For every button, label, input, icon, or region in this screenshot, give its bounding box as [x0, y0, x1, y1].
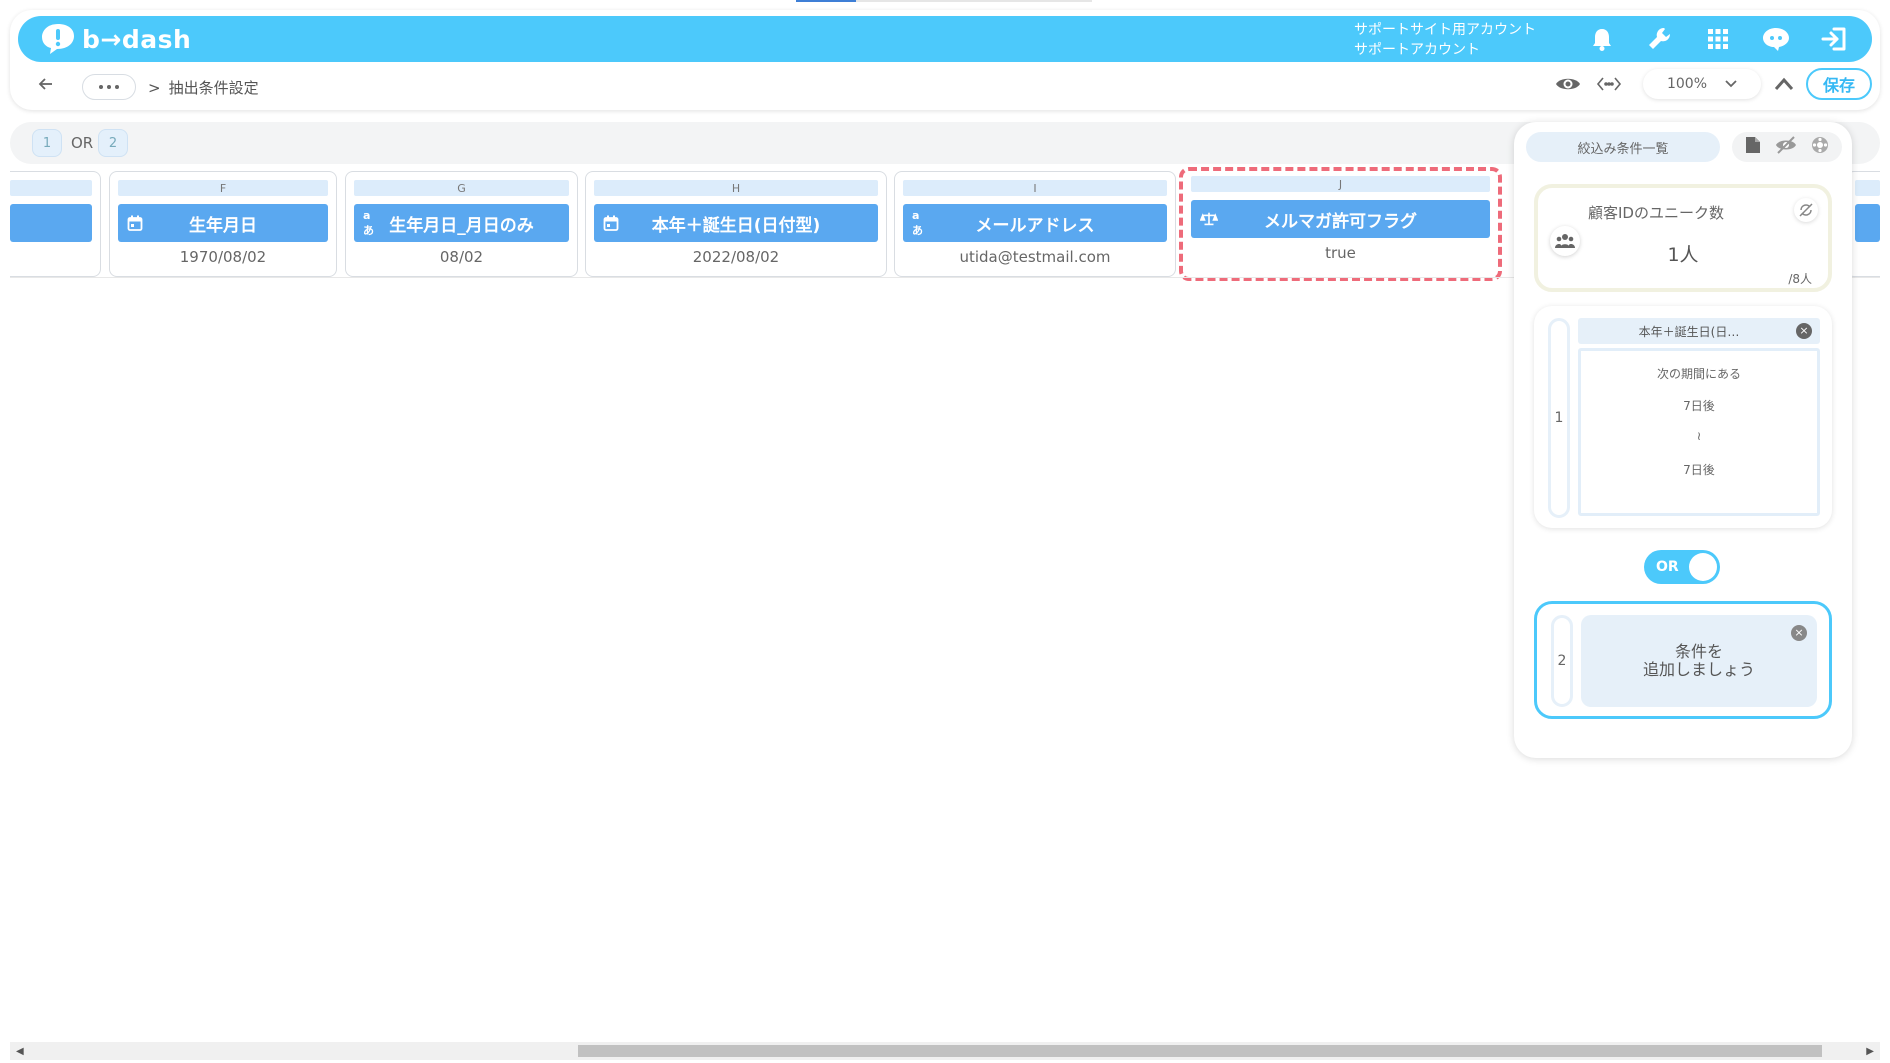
column-letter — [1855, 180, 1880, 196]
scroll-left-arrow-icon[interactable]: ◀ — [16, 1046, 24, 1057]
column-chip[interactable]: メルマガ許可フラグ — [1191, 200, 1490, 238]
column-sample-value: utida@testmail.com — [959, 248, 1111, 266]
or-toggle-label: OR — [1656, 559, 1679, 575]
apps-grid-icon[interactable] — [1689, 16, 1747, 62]
column-chip[interactable] — [1855, 204, 1880, 242]
bell-icon[interactable] — [1573, 16, 1631, 62]
chevron-up-icon[interactable] — [1774, 76, 1794, 95]
column-name: 生年月日 — [189, 215, 257, 236]
column-name: 本年＋誕生日(日付型) — [651, 215, 821, 236]
condition-operator: 次の期間にある — [1656, 367, 1741, 381]
zoom-value: 100% — [1666, 76, 1708, 92]
add-condition-text-1: 条件を — [1674, 642, 1723, 661]
sync-off-icon[interactable] — [1794, 198, 1818, 222]
condition-range-separator: ≀ — [1696, 429, 1702, 443]
column-this-year-birthday[interactable]: H 本年＋誕生日(日付型) 2022/08/02 — [585, 171, 887, 277]
tab-condition-1[interactable]: 1 — [32, 129, 62, 157]
column-letter: J — [1191, 176, 1490, 192]
more-options-button[interactable] — [82, 74, 136, 100]
account-info[interactable]: サポートサイト用アカウント サポートアカウント — [1354, 20, 1536, 60]
scroll-right-arrow-icon[interactable]: ▶ — [1866, 1046, 1874, 1057]
zoom-select[interactable]: 100% — [1643, 69, 1761, 99]
back-arrow-icon[interactable] — [38, 76, 54, 96]
horizontal-scrollbar[interactable]: ◀ ▶ — [10, 1042, 1880, 1060]
close-icon[interactable]: × — [1796, 323, 1812, 339]
column-name: メルマガ許可フラグ — [1264, 211, 1417, 232]
wrench-icon[interactable] — [1631, 16, 1689, 62]
breadcrumb: > 抽出条件設定 — [148, 77, 259, 98]
group-number[interactable]: 2 — [1551, 615, 1573, 707]
settings-circle-icon[interactable] — [1811, 136, 1829, 158]
toggle-knob — [1689, 553, 1717, 581]
visibility-off-icon[interactable] — [1775, 136, 1797, 158]
condition-title[interactable]: 本年＋誕生日(日… × — [1578, 318, 1820, 344]
code-icon[interactable] — [1596, 75, 1622, 97]
panel-tools — [1732, 132, 1842, 162]
column-name: メールアドレス — [975, 215, 1095, 236]
count-total: /8人 — [1788, 272, 1812, 286]
logo-text: b→dash — [82, 24, 192, 54]
column-birth-monthday[interactable]: G aあ 生年月日_月日のみ 08/02 — [345, 171, 578, 277]
column-email[interactable]: I aあ メールアドレス utida@testmail.com — [894, 171, 1176, 277]
eye-icon[interactable] — [1555, 75, 1581, 97]
column-letter: F — [118, 180, 328, 196]
account-user: サポートアカウント — [1354, 42, 1480, 58]
column-sample-value: 08/02 — [439, 248, 484, 266]
tab-condition-2[interactable]: 2 — [98, 129, 128, 157]
support-chat-icon[interactable] — [1747, 16, 1805, 62]
column-birthdate[interactable]: F 生年月日 1970/08/02 — [109, 171, 337, 277]
condition-title-text: 本年＋誕生日(日… — [1638, 324, 1740, 339]
text-type-icon: aあ — [912, 208, 923, 237]
column-chip[interactable]: aあ 生年月日_月日のみ — [354, 204, 569, 242]
top-progress-indicator — [796, 0, 1092, 2]
or-toggle[interactable]: OR — [1644, 550, 1720, 584]
panel-title[interactable]: 絞込み条件一覧 — [1526, 132, 1720, 162]
count-title: 顧客IDのユニーク数 — [1588, 204, 1724, 222]
column-letter: H — [594, 180, 878, 196]
filter-conditions-panel: 絞込み条件一覧 顧客IDのユニーク数 1人 /8人 1 本年＋誕生日(日… × — [1514, 122, 1852, 758]
add-condition-text-2: 追加しましょう — [1642, 660, 1755, 679]
breadcrumb-current: 抽出条件設定 — [168, 79, 259, 97]
logo[interactable]: b→dash — [40, 20, 191, 58]
condition-body[interactable]: 次の期間にある 7日後 ≀ 7日後 — [1578, 348, 1820, 516]
column-chip[interactable]: 本年＋誕生日(日付型) — [594, 204, 878, 242]
breadcrumb-separator: > — [148, 79, 161, 97]
calendar-icon — [127, 215, 145, 231]
scrollbar-thumb[interactable] — [578, 1045, 1822, 1057]
column-sample-value: 1970/08/02 — [179, 248, 267, 266]
column-chip[interactable]: aあ メールアドレス — [903, 204, 1167, 242]
column-partial-left[interactable] — [10, 171, 101, 277]
chevron-down-icon — [1725, 80, 1737, 88]
logo-bubble-icon — [42, 24, 74, 54]
scale-icon — [1200, 211, 1218, 227]
account-name: サポートサイト用アカウント — [1354, 22, 1536, 38]
group-number[interactable]: 1 — [1548, 318, 1570, 518]
add-condition-dropzone[interactable]: 条件を 追加しましょう × — [1581, 615, 1817, 707]
column-letter: I — [903, 180, 1167, 196]
condition-group-1: 1 本年＋誕生日(日… × 次の期間にある 7日後 ≀ 7日後 — [1534, 306, 1832, 528]
column-sample-value: true — [1325, 244, 1356, 262]
column-sample-value: 2022/08/02 — [692, 248, 780, 266]
header: b→dash サポートサイト用アカウント サポートアカウント > 抽出条件設定 … — [10, 10, 1880, 110]
save-button[interactable]: 保存 — [1806, 68, 1872, 100]
column-letter: G — [354, 180, 569, 196]
unique-count-card: 顧客IDのユニーク数 1人 /8人 — [1534, 184, 1832, 292]
condition-to: 7日後 — [1683, 463, 1715, 477]
condition-group-2: 2 条件を 追加しましょう × — [1534, 601, 1832, 719]
text-type-icon: aあ — [363, 208, 374, 237]
condition-from: 7日後 — [1683, 399, 1715, 413]
logout-icon[interactable] — [1805, 16, 1863, 62]
calendar-icon — [603, 215, 621, 231]
document-icon[interactable] — [1745, 136, 1761, 158]
column-letter — [10, 180, 92, 196]
close-icon[interactable]: × — [1791, 625, 1807, 641]
column-name: 生年月日_月日のみ — [389, 215, 534, 236]
column-newsletter-flag[interactable]: J メルマガ許可フラグ true — [1179, 167, 1502, 281]
column-chip[interactable]: 生年月日 — [118, 204, 328, 242]
sub-toolbar: > 抽出条件設定 100% 保存 — [10, 62, 1880, 108]
count-value: 1人 — [1667, 244, 1699, 266]
or-label: OR — [71, 134, 94, 152]
top-navbar: b→dash サポートサイト用アカウント サポートアカウント — [18, 16, 1872, 62]
column-chip[interactable] — [10, 204, 92, 242]
